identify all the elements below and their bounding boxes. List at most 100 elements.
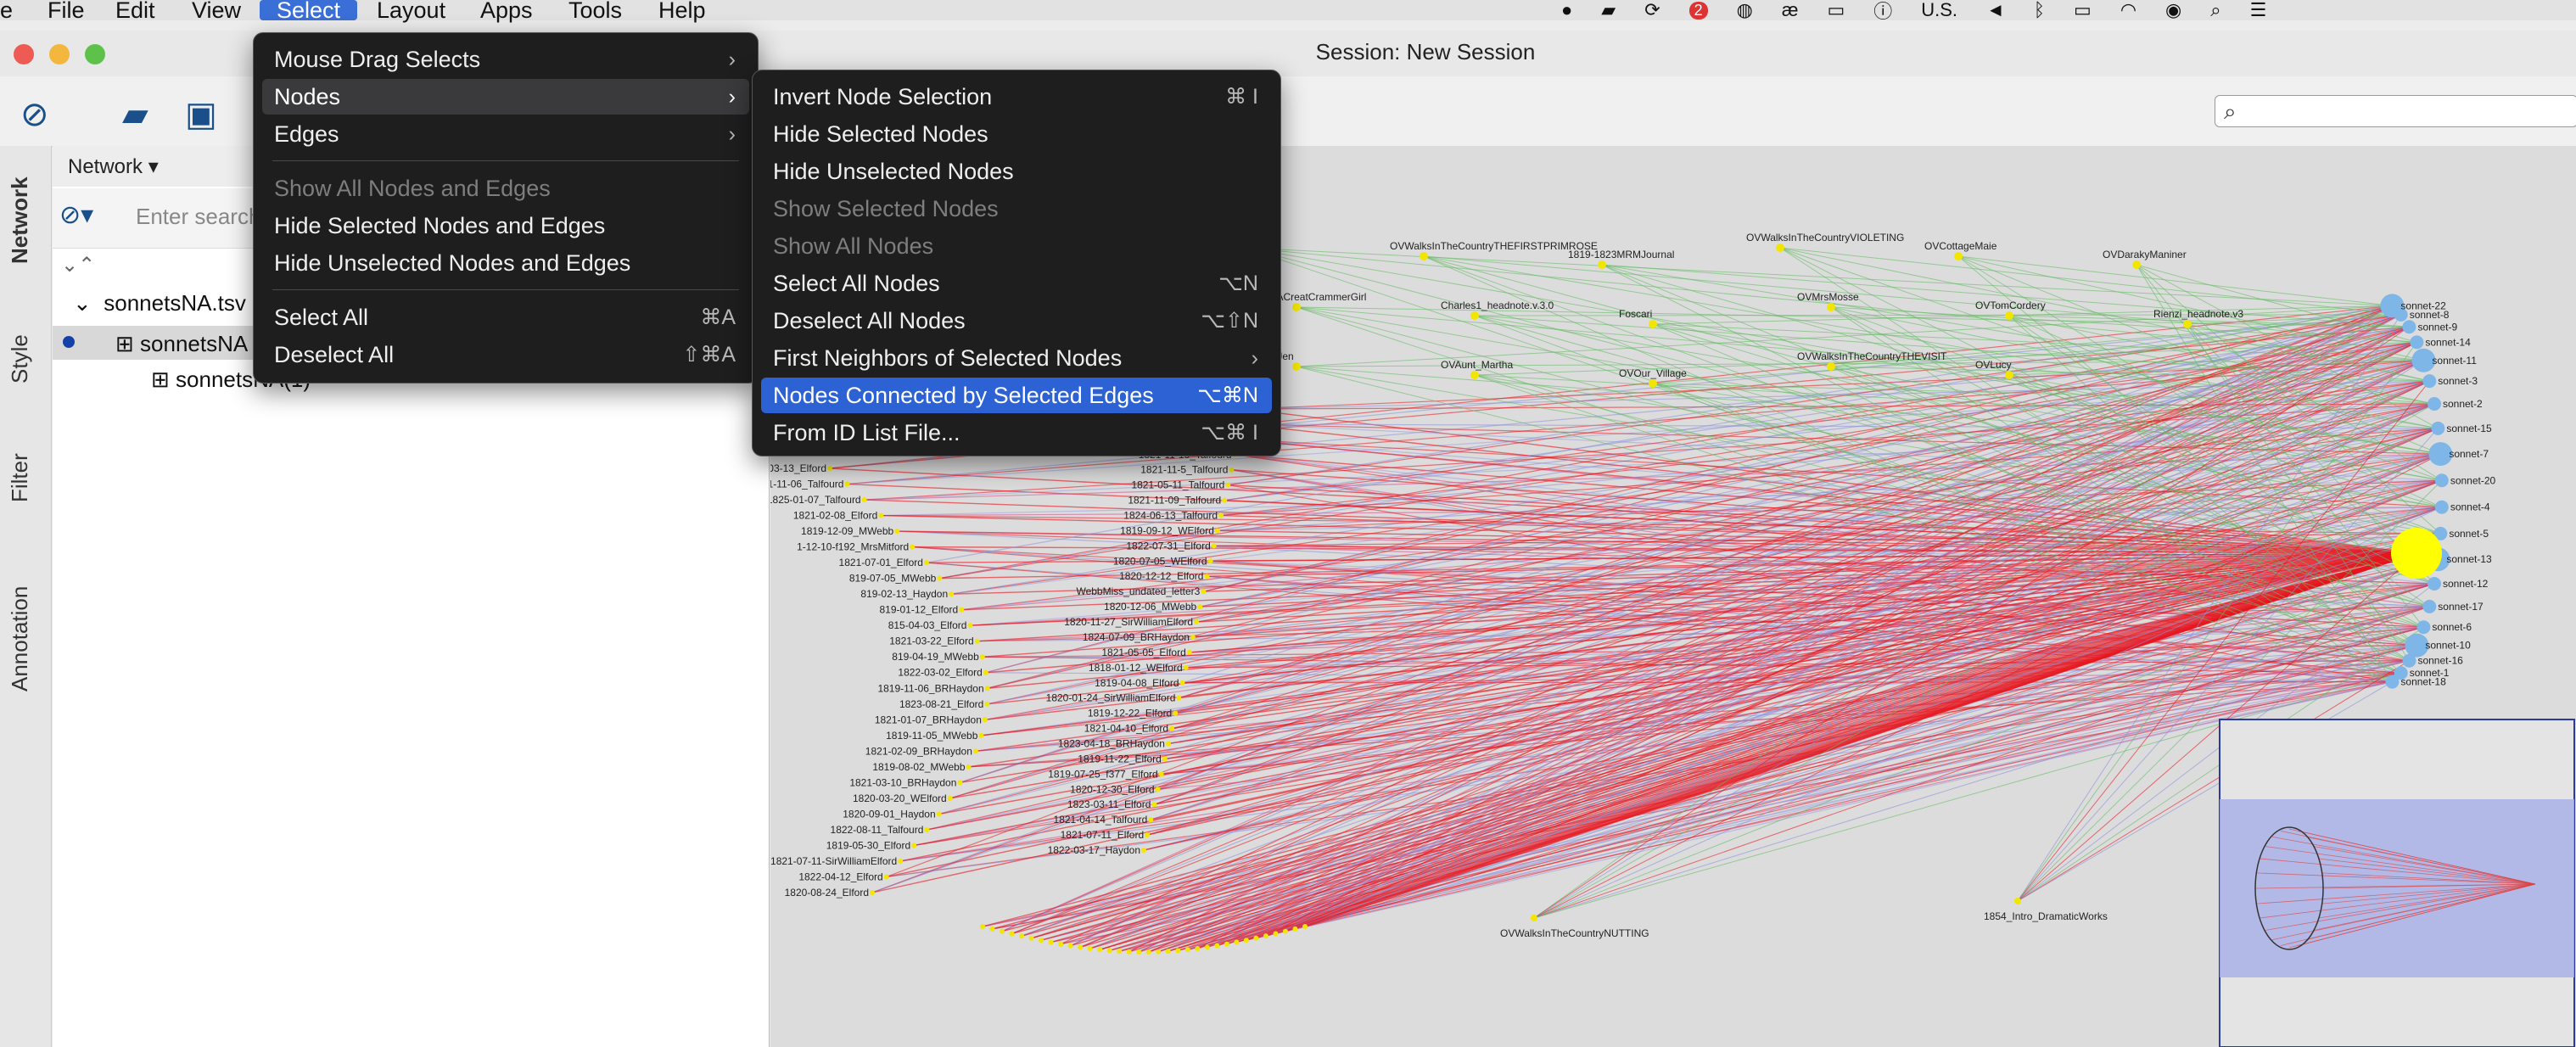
- menu-item-hide-selected-nodes[interactable]: Hide Selected Nodes: [761, 116, 1272, 152]
- network-search-input[interactable]: Enter search: [136, 204, 260, 230]
- network-node[interactable]: [1302, 924, 1308, 929]
- network-node[interactable]: [1058, 941, 1064, 947]
- network-node[interactable]: [1000, 928, 1005, 934]
- network-node[interactable]: [1184, 947, 1190, 953]
- network-dropdown[interactable]: Network ▾: [68, 154, 159, 179]
- edge[interactable]: [1957, 255, 2393, 306]
- network-node[interactable]: [1195, 945, 1201, 951]
- network-node[interactable]: [1224, 941, 1229, 947]
- network-node[interactable]: [1827, 303, 1835, 311]
- sonnet-node[interactable]: [2431, 421, 2445, 435]
- network-node[interactable]: [1263, 933, 1268, 939]
- tab-style[interactable]: Style: [7, 321, 46, 397]
- app-menu-fragment[interactable]: e: [0, 0, 13, 22]
- sonnet-node[interactable]: [2422, 599, 2437, 613]
- sonnet-node[interactable]: [2427, 397, 2441, 412]
- toolbar-search-input[interactable]: ⌕: [2215, 95, 2576, 127]
- menu-item-select-all[interactable]: Select All ⌘A: [262, 300, 749, 335]
- network-node[interactable]: [974, 638, 980, 644]
- sonnet-node[interactable]: [2410, 335, 2424, 350]
- node-label[interactable]: sonnet-20: [2450, 474, 2496, 486]
- menu-item-mouse-drag-selects[interactable]: Mouse Drag Selects ›: [262, 42, 749, 77]
- node-label[interactable]: 1821-03-10_BRHaydon: [849, 776, 956, 788]
- node-label[interactable]: sonnet-12: [2443, 578, 2489, 590]
- node-label[interactable]: OVWalksInTheCountryTHEVISIT: [1797, 350, 1947, 362]
- node-label[interactable]: 1819-05-30_Elford: [826, 839, 910, 851]
- network-node[interactable]: [911, 843, 917, 848]
- accessibility-icon[interactable]: ⓘ: [1873, 0, 1892, 24]
- sonnet-node[interactable]: [2385, 675, 2400, 689]
- network-node[interactable]: [984, 686, 990, 691]
- network-node[interactable]: [2132, 260, 2141, 269]
- node-label[interactable]: 1819-12-09_MWebb: [801, 525, 894, 537]
- network-node[interactable]: [1039, 938, 1044, 943]
- network-node[interactable]: [1190, 634, 1196, 640]
- node-label[interactable]: 1822-03-02_Elford: [898, 667, 982, 679]
- node-label[interactable]: OVCottageMaie: [1924, 240, 1997, 252]
- network-node[interactable]: [984, 701, 990, 707]
- network-node[interactable]: [898, 858, 904, 864]
- network-node[interactable]: [2005, 311, 2013, 320]
- node-label[interactable]: OVOur_Village: [1619, 367, 1687, 379]
- node-label[interactable]: OVWalksInTheCountryVIOLETING: [1746, 232, 1904, 244]
- network-node[interactable]: [980, 924, 985, 929]
- menu-apps[interactable]: Apps: [480, 0, 533, 22]
- network-node[interactable]: [1158, 771, 1164, 777]
- network-node[interactable]: [989, 926, 995, 932]
- network-node[interactable]: [861, 497, 867, 503]
- network-node[interactable]: [2014, 898, 2021, 904]
- node-label[interactable]: 1819-11-05_MWebb: [886, 730, 978, 742]
- node-label[interactable]: sonnet-10: [2425, 640, 2471, 652]
- spotlight-icon[interactable]: ⌕: [2210, 0, 2220, 21]
- network-node[interactable]: [1229, 467, 1235, 473]
- network-node[interactable]: [894, 529, 900, 535]
- network-node[interactable]: [1145, 949, 1151, 955]
- node-label[interactable]: 1820-12-12_Elford: [1119, 570, 1203, 582]
- network-node[interactable]: [1019, 933, 1025, 939]
- menu-select[interactable]: Select: [260, 0, 358, 22]
- node-label[interactable]: 1823-03-11_Elford: [1067, 798, 1151, 810]
- node-label[interactable]: 815-04-03_Elford: [888, 619, 967, 631]
- globe-icon[interactable]: ◍: [1737, 0, 1753, 21]
- network-node[interactable]: [883, 874, 889, 880]
- node-label[interactable]: sonnet-13: [2446, 553, 2492, 565]
- network-node[interactable]: [1162, 756, 1168, 762]
- node-label[interactable]: sonnet-17: [2438, 601, 2484, 613]
- sonnet-node[interactable]: [2434, 473, 2449, 488]
- menu-item-deselect-all[interactable]: Deselect All ⇧⌘A: [262, 337, 749, 372]
- node-label[interactable]: Foscari: [1619, 308, 1652, 320]
- node-label[interactable]: sonnet-2: [2443, 398, 2483, 410]
- network-node[interactable]: [1222, 497, 1228, 503]
- network-node[interactable]: [959, 607, 965, 613]
- network-node[interactable]: [1067, 943, 1073, 949]
- close-window-button[interactable]: [14, 44, 34, 64]
- network-node[interactable]: [1087, 945, 1093, 951]
- node-label[interactable]: 1821-04-14_Talfourd: [1054, 814, 1148, 826]
- network-node[interactable]: [1531, 915, 1537, 921]
- menu-view[interactable]: View: [192, 0, 241, 22]
- network-node[interactable]: [1470, 371, 1479, 379]
- overview-navigator[interactable]: [2219, 719, 2575, 1047]
- node-label[interactable]: 1819-12-22_Elford: [1088, 708, 1172, 719]
- network-node[interactable]: [1179, 680, 1185, 686]
- sonnet-hub-node[interactable]: [2391, 528, 2442, 579]
- node-label[interactable]: 1819-09-12_WElford: [1120, 524, 1214, 536]
- record-icon[interactable]: ●: [1561, 0, 1572, 21]
- network-node[interactable]: [1598, 260, 1606, 269]
- node-label[interactable]: 1819-08-02_MWebb: [872, 761, 966, 773]
- network-node[interactable]: [979, 654, 985, 660]
- network-node[interactable]: [1649, 379, 1657, 388]
- node-label[interactable]: 1821-02-09_BRHaydon: [865, 745, 972, 757]
- node-label[interactable]: OVTomCordery: [1975, 300, 2046, 311]
- bed-icon[interactable]: ▭: [1827, 0, 1845, 21]
- node-label[interactable]: 1821-02-08_Elford: [793, 510, 877, 522]
- node-label[interactable]: 1820-08-24_Elford: [785, 887, 869, 899]
- network-node[interactable]: [1776, 244, 1784, 252]
- control-center-icon[interactable]: ☰: [2250, 0, 2267, 21]
- node-label[interactable]: 1820-12-06_MWebb: [1104, 601, 1197, 613]
- network-node[interactable]: [827, 466, 832, 471]
- menu-item-hide-unselected-nodes[interactable]: Hide Unselected Nodes: [761, 154, 1272, 189]
- bluetooth-icon[interactable]: ᛒ: [2034, 0, 2045, 21]
- menu-item-first-neighbors[interactable]: First Neighbors of Selected Nodes ›: [761, 340, 1272, 376]
- network-node[interactable]: [1204, 944, 1210, 950]
